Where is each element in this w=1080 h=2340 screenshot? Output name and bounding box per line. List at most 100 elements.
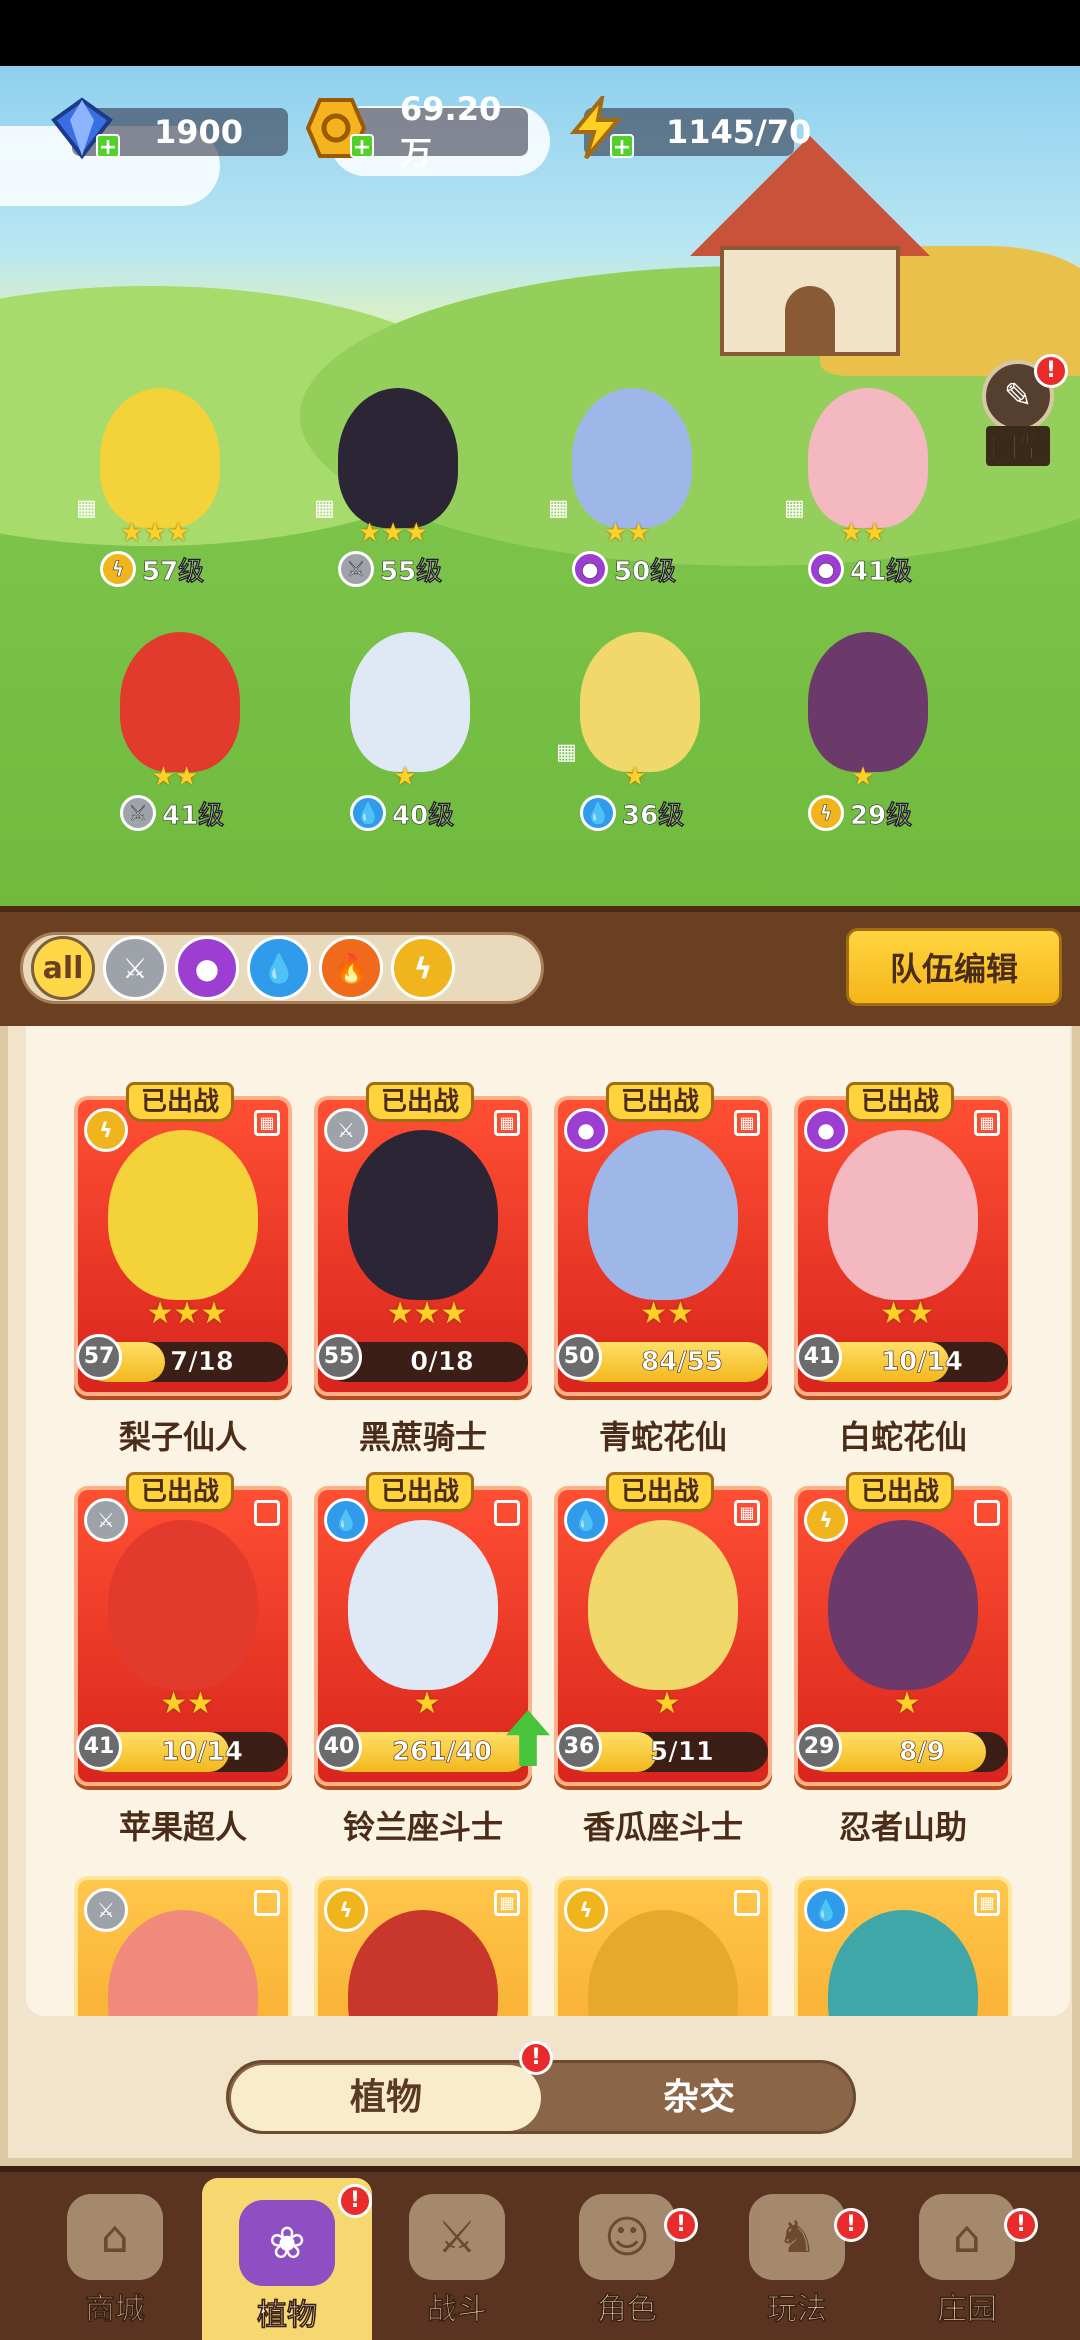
- card-name: 香瓜座斗士: [582, 1808, 743, 1846]
- plant-portrait: [348, 1910, 498, 2016]
- water-icon: 💧: [804, 1888, 848, 1932]
- coin-icon[interactable]: +: [300, 92, 374, 164]
- energy-value: 1145/70: [666, 113, 812, 151]
- water-icon: 💧: [580, 795, 616, 831]
- plant-portrait: [348, 1130, 498, 1300]
- hero-stars: ★★: [839, 518, 887, 548]
- plants-icon: ❀: [239, 2200, 335, 2286]
- hero-level: 💧 36级: [580, 794, 684, 832]
- thunder-icon: ϟ: [808, 795, 844, 831]
- water-icon: 💧: [564, 1498, 608, 1542]
- hero-stars: ★: [851, 762, 875, 792]
- gameplay-alert-icon: !: [834, 2208, 868, 2242]
- grid-icon: ▦: [548, 496, 569, 521]
- lineup-hero[interactable]: ★ ϟ 29级: [768, 612, 958, 842]
- hero-level: ϟ 57级: [100, 550, 204, 588]
- sword-icon: ⚔: [338, 551, 374, 587]
- coin-value: 69.20万: [400, 90, 502, 172]
- card-name: 忍者山助: [838, 1808, 967, 1846]
- nav-manor[interactable]: ⌂ 庄园 !: [882, 2194, 1052, 2340]
- card-stars: ★★: [640, 1296, 694, 1331]
- card-stars: ★★★: [386, 1296, 468, 1331]
- manor-alert-icon: !: [1004, 2208, 1038, 2242]
- lineup-hero[interactable]: ★ 💧 40级: [310, 612, 500, 842]
- gem-icon[interactable]: +: [46, 92, 120, 164]
- nav-plants[interactable]: ❀ 植物 !: [202, 2178, 372, 2340]
- plant-portrait: [348, 1520, 498, 1690]
- plant-portrait: [108, 1520, 258, 1690]
- bottom-nav: ⌂ 商城 ❀ 植物 ! ⚔ 战斗 ☺ 角色 ! ♞ 玩法 ! ⌂ 庄园 !: [0, 2166, 1080, 2340]
- nav-battle[interactable]: ⚔ 战斗: [372, 2194, 542, 2340]
- plant-portrait: [588, 1130, 738, 1300]
- nav-character[interactable]: ☺ 角色 !: [542, 2194, 712, 2340]
- codex-label: 图鉴: [985, 426, 1050, 466]
- lineup-hero[interactable]: ★★ ⚔ 41级: [80, 612, 270, 842]
- thunder-icon: ϟ: [564, 1888, 608, 1932]
- team-edit-button[interactable]: 队伍编辑: [846, 928, 1062, 1006]
- grid-icon: ▦: [494, 1890, 520, 1916]
- thunder-icon[interactable]: ϟ: [391, 936, 455, 1000]
- poison-icon[interactable]: ●: [175, 936, 239, 1000]
- add-gem-icon[interactable]: +: [96, 134, 120, 160]
- water-icon: 💧: [324, 1498, 368, 1542]
- hero-sprite: [120, 632, 240, 772]
- plant-hybrid-toggle[interactable]: 植物 杂交 !: [226, 2041, 857, 2134]
- card-level: 40: [316, 1724, 362, 1770]
- hero-stars: ★★★: [358, 518, 428, 548]
- battle-icon: ⚔: [409, 2194, 505, 2280]
- lineup-hero[interactable]: ▦ ★★ ● 41级: [768, 368, 958, 598]
- card-name: 白蛇花仙: [838, 1418, 967, 1456]
- plant-portrait: [588, 1520, 738, 1690]
- character-icon: ☺: [579, 2194, 675, 2280]
- card-name: 黑蔗骑士: [358, 1418, 487, 1456]
- tab-hybrid[interactable]: 杂交: [541, 2063, 857, 2133]
- poison-icon: ●: [564, 1108, 608, 1152]
- grid-icon: ▦: [494, 1110, 520, 1136]
- hero-level: ● 41级: [808, 550, 912, 588]
- tab-plants[interactable]: 植物: [231, 2065, 541, 2131]
- sword-icon: ⚔: [120, 795, 156, 831]
- sword-icon[interactable]: ⚔: [103, 936, 167, 1000]
- card-name: 苹果超人: [118, 1808, 247, 1846]
- plant-portrait: [828, 1520, 978, 1690]
- codex-button[interactable]: ✎ 图鉴 !: [972, 354, 1068, 470]
- lineup-hero[interactable]: ▦ ★ 💧 36级: [540, 612, 730, 842]
- water-icon[interactable]: 💧: [247, 936, 311, 1000]
- hero-stars: ★: [623, 762, 647, 792]
- thunder-icon: ϟ: [804, 1498, 848, 1542]
- gem-value: 1900: [154, 113, 244, 151]
- card-level: 36: [556, 1724, 602, 1770]
- shop-icon: ⌂: [67, 2194, 163, 2280]
- filter-all-button[interactable]: all: [31, 936, 95, 1000]
- card-level: 50: [556, 1334, 602, 1380]
- lineup-hero[interactable]: ▦ ★★★ ⚔ 55级: [298, 368, 488, 598]
- energy-icon[interactable]: +: [560, 92, 634, 164]
- add-energy-icon[interactable]: +: [610, 134, 634, 160]
- lineup-hero[interactable]: ▦ ★★ ● 50级: [532, 368, 722, 598]
- grid-icon: ▦: [974, 1890, 1000, 1916]
- nav-gameplay[interactable]: ♞ 玩法 !: [712, 2194, 882, 2340]
- grid-icon: ▦: [734, 1110, 760, 1136]
- deployed-tag: 已出战: [846, 1472, 955, 1512]
- add-coin-icon[interactable]: +: [350, 134, 374, 160]
- hero-sprite: [338, 388, 458, 528]
- hero-stars: ★: [393, 762, 417, 792]
- grid-icon: ▦: [556, 740, 577, 765]
- deployed-tag: 已出战: [606, 1082, 715, 1122]
- plants-alert-icon: !: [338, 2184, 372, 2218]
- hero-level: ⚔ 41级: [120, 794, 224, 832]
- hero-stars: ★★: [151, 762, 199, 792]
- plant-card-panel: ϟ ▦ ★★★ 7/18 已出战 57 梨子仙人 ⚔ ▦ ★★★ 0/18 已出…: [0, 1026, 1080, 2166]
- hero-sprite: [100, 388, 220, 528]
- fire-icon[interactable]: 🔥: [319, 936, 383, 1000]
- card-stars: ★★★: [146, 1296, 228, 1331]
- card-stars: ★★: [880, 1296, 934, 1331]
- element-filters: all ⚔ ● 💧 🔥 ϟ: [20, 932, 544, 1004]
- hero-sprite: [808, 388, 928, 528]
- nav-shop[interactable]: ⌂ 商城: [30, 2194, 200, 2340]
- card-stars: ★: [893, 1686, 921, 1721]
- lineup-hero[interactable]: ▦ ★★★ ϟ 57级: [60, 368, 250, 598]
- card-level: 55: [316, 1334, 362, 1380]
- character-alert-icon: !: [664, 2208, 698, 2242]
- deployed-tag: 已出战: [606, 1472, 715, 1512]
